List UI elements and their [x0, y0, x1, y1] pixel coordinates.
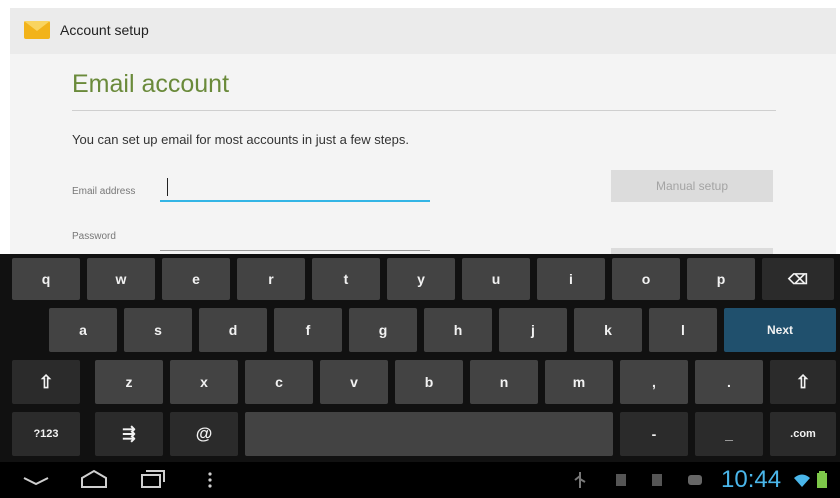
symbols-key[interactable]: ?123 [12, 412, 80, 456]
battery-icon [817, 471, 827, 488]
shift-key-right[interactable]: ⇧ [770, 360, 836, 404]
key-period[interactable]: . [695, 360, 763, 404]
wifi-icon [794, 474, 810, 487]
usb-icon [574, 472, 586, 488]
key-u[interactable]: u [462, 258, 530, 300]
notification-icon [652, 474, 662, 486]
backspace-key[interactable]: ⌫ [762, 258, 834, 300]
home-icon[interactable] [78, 468, 110, 490]
key-z[interactable]: z [95, 360, 163, 404]
key-a[interactable]: a [49, 308, 117, 352]
key-y[interactable]: y [387, 258, 455, 300]
action-bar: Account setup [10, 8, 836, 54]
key-x[interactable]: x [170, 360, 238, 404]
shift-icon: ⇧ [38, 371, 54, 392]
system-bar: 10:44 [0, 462, 840, 498]
title-divider [72, 110, 776, 111]
notification-icon [688, 475, 702, 485]
key-l[interactable]: l [649, 308, 717, 352]
key-p[interactable]: p [687, 258, 755, 300]
clock: 10:44 [721, 466, 782, 493]
email-app-icon[interactable] [22, 17, 52, 43]
next-key[interactable]: Next [724, 308, 836, 352]
dotcom-key[interactable]: .com [770, 412, 836, 456]
key-c[interactable]: c [245, 360, 313, 404]
at-key[interactable]: @ [170, 412, 238, 456]
email-field[interactable] [160, 178, 430, 202]
key-o[interactable]: o [612, 258, 680, 300]
menu-icon[interactable] [204, 470, 216, 490]
key-f[interactable]: f [274, 308, 342, 352]
settings-icon: ⇶ [122, 426, 136, 443]
shift-icon: ⇧ [795, 371, 811, 392]
dash-key[interactable]: - [620, 412, 688, 456]
key-s[interactable]: s [124, 308, 192, 352]
page-title: Email account [72, 70, 230, 98]
key-w[interactable]: w [87, 258, 155, 300]
email-label: Email address [72, 186, 136, 197]
password-label: Password [72, 231, 116, 242]
recent-apps-icon[interactable] [138, 468, 166, 490]
key-r[interactable]: r [237, 258, 305, 300]
underscore-key[interactable]: _ [695, 412, 763, 456]
key-v[interactable]: v [320, 360, 388, 404]
key-d[interactable]: d [199, 308, 267, 352]
key-comma[interactable]: , [620, 360, 688, 404]
key-t[interactable]: t [312, 258, 380, 300]
manual-setup-button[interactable]: Manual setup [611, 170, 773, 202]
key-m[interactable]: m [545, 360, 613, 404]
key-b[interactable]: b [395, 360, 463, 404]
back-icon[interactable] [20, 470, 52, 490]
key-g[interactable]: g [349, 308, 417, 352]
password-field[interactable] [160, 230, 430, 251]
intro-text: You can set up email for most accounts i… [72, 132, 409, 147]
key-e[interactable]: e [162, 258, 230, 300]
action-bar-title: Account setup [60, 22, 149, 38]
key-n[interactable]: n [470, 360, 538, 404]
key-k[interactable]: k [574, 308, 642, 352]
text-cursor [167, 178, 168, 196]
key-i[interactable]: i [537, 258, 605, 300]
space-key[interactable] [245, 412, 613, 456]
soft-keyboard: q w e r t y u i o p ⌫ a s d f g h j k l … [0, 254, 840, 462]
keyboard-settings-key[interactable]: ⇶ [95, 412, 163, 456]
shift-key-left[interactable]: ⇧ [12, 360, 80, 404]
account-setup-form: Email account You can set up email for m… [10, 54, 836, 254]
key-q[interactable]: q [12, 258, 80, 300]
notification-icon [616, 474, 626, 486]
backspace-icon: ⌫ [788, 270, 808, 287]
key-h[interactable]: h [424, 308, 492, 352]
key-j[interactable]: j [499, 308, 567, 352]
